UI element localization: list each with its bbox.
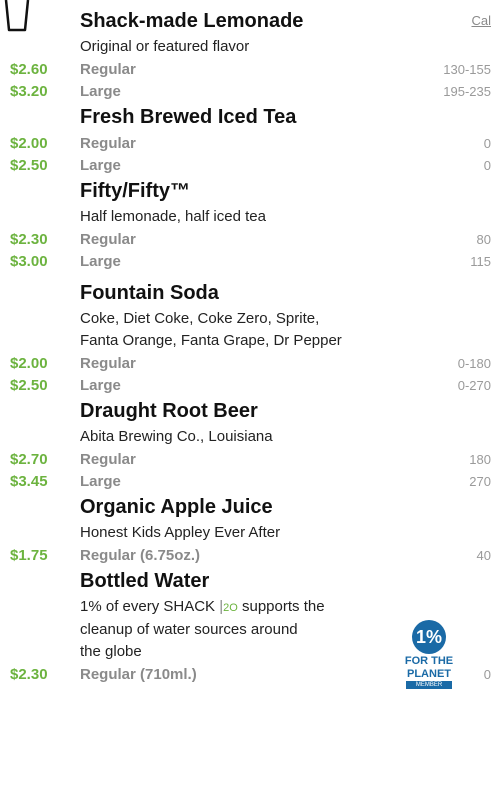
calories: 40: [476, 547, 491, 563]
price: $2.30: [10, 230, 48, 248]
calories: 80: [476, 231, 491, 247]
description-text: supports the: [237, 598, 325, 615]
size-label: Regular: [80, 230, 136, 248]
calories: 0-180: [457, 355, 491, 371]
price: $2.00: [10, 134, 48, 152]
size-label: Large: [80, 252, 121, 270]
size-label: Regular: [80, 354, 136, 372]
calories: 0: [483, 135, 491, 151]
item-description: Honest Kids Appley Ever After: [80, 524, 281, 541]
item-title: Draught Root Beer: [80, 400, 258, 422]
item-description: Abita Brewing Co., Louisiana: [80, 428, 273, 445]
badge-sub: MEMBER: [406, 681, 452, 689]
item-description: Half lemonade, half iced tea: [80, 208, 266, 225]
section-lemonade: Shack-made Lemonade Original or featured…: [10, 6, 493, 102]
calories: 195-235: [443, 83, 491, 99]
section-iced-tea: Fresh Brewed Iced Tea $2.00 Regular 0 $2…: [10, 102, 493, 176]
one-percent-for-the-planet-badge: 1% FOR THE PLANET MEMBER: [399, 620, 459, 689]
item-title: Fifty/Fifty™: [80, 180, 190, 202]
size-label: Large: [80, 82, 121, 100]
item-title: Shack-made Lemonade: [80, 10, 304, 32]
badge-line1: FOR THE: [404, 655, 454, 667]
size-label: Regular: [80, 134, 136, 152]
item-title: Fountain Soda: [80, 282, 219, 304]
calories: 0: [483, 157, 491, 173]
item-description: Coke, Diet Coke, Coke Zero, Sprite,: [80, 310, 320, 327]
price-row: $2.50 Large 0: [10, 154, 493, 176]
price: $2.70: [10, 450, 48, 468]
size-label: Large: [80, 376, 121, 394]
price: $2.60: [10, 60, 48, 78]
badge-line2: PLANET: [407, 668, 451, 680]
section-fountain-soda: Fountain Soda Coke, Diet Coke, Coke Zero…: [10, 278, 493, 396]
calories: 115: [470, 253, 491, 269]
price: $3.45: [10, 472, 48, 490]
price: $3.00: [10, 252, 48, 270]
price-row: $3.00 Large 115: [10, 250, 493, 272]
size-label: Regular: [80, 450, 136, 468]
price-row: $1.75 Regular (6.75oz.) 40: [10, 544, 493, 566]
price: $2.30: [10, 665, 48, 683]
price-row: $2.00 Regular 0-180: [10, 352, 493, 374]
price: $2.50: [10, 156, 48, 174]
calories: 0: [483, 666, 491, 682]
calories: 130-155: [443, 61, 491, 77]
section-bottled-water: Bottled Water 1% of every SHACK |2O supp…: [10, 566, 493, 689]
price-row: $2.30 Regular 80: [10, 228, 493, 250]
item-description: 1% of every SHACK |2O supports the: [80, 596, 493, 619]
item-title: Bottled Water: [80, 570, 210, 592]
item-title: Organic Apple Juice: [80, 496, 273, 518]
price: $3.20: [10, 82, 48, 100]
section-apple-juice: Organic Apple Juice Honest Kids Appley E…: [10, 492, 493, 566]
price: $1.75: [10, 546, 48, 564]
o2-mark: 2O: [223, 602, 238, 614]
calories: 270: [469, 473, 491, 489]
size-label: Regular: [80, 60, 136, 78]
size-label: Large: [80, 156, 121, 174]
calories: 180: [469, 451, 491, 467]
section-root-beer: Draught Root Beer Abita Brewing Co., Lou…: [10, 396, 493, 492]
item-description: Fanta Orange, Fanta Grape, Dr Pepper: [80, 332, 342, 349]
size-label: Large: [80, 472, 121, 490]
price: $2.00: [10, 354, 48, 372]
price-row: $2.70 Regular 180: [10, 448, 493, 470]
item-title: Fresh Brewed Iced Tea: [80, 106, 297, 128]
description-text: 1% of every SHACK: [80, 598, 216, 615]
price: $2.50: [10, 376, 48, 394]
price-row: $3.45 Large 270: [10, 470, 493, 492]
price-row: $3.20 Large 195-235: [10, 80, 493, 102]
price-row: $2.00 Regular 0: [10, 132, 493, 154]
calories: 0-270: [457, 377, 491, 393]
price-row: $2.50 Large 0-270: [10, 374, 493, 396]
badge-number: 1%: [412, 620, 446, 654]
drinks-menu: Shack-made Lemonade Original or featured…: [10, 6, 493, 689]
item-description: Original or featured flavor: [80, 38, 250, 55]
price-row: $2.60 Regular 130-155: [10, 58, 493, 80]
section-fifty-fifty: Fifty/Fifty™ Half lemonade, half iced te…: [10, 176, 493, 272]
size-label: Regular (6.75oz.): [80, 546, 201, 564]
